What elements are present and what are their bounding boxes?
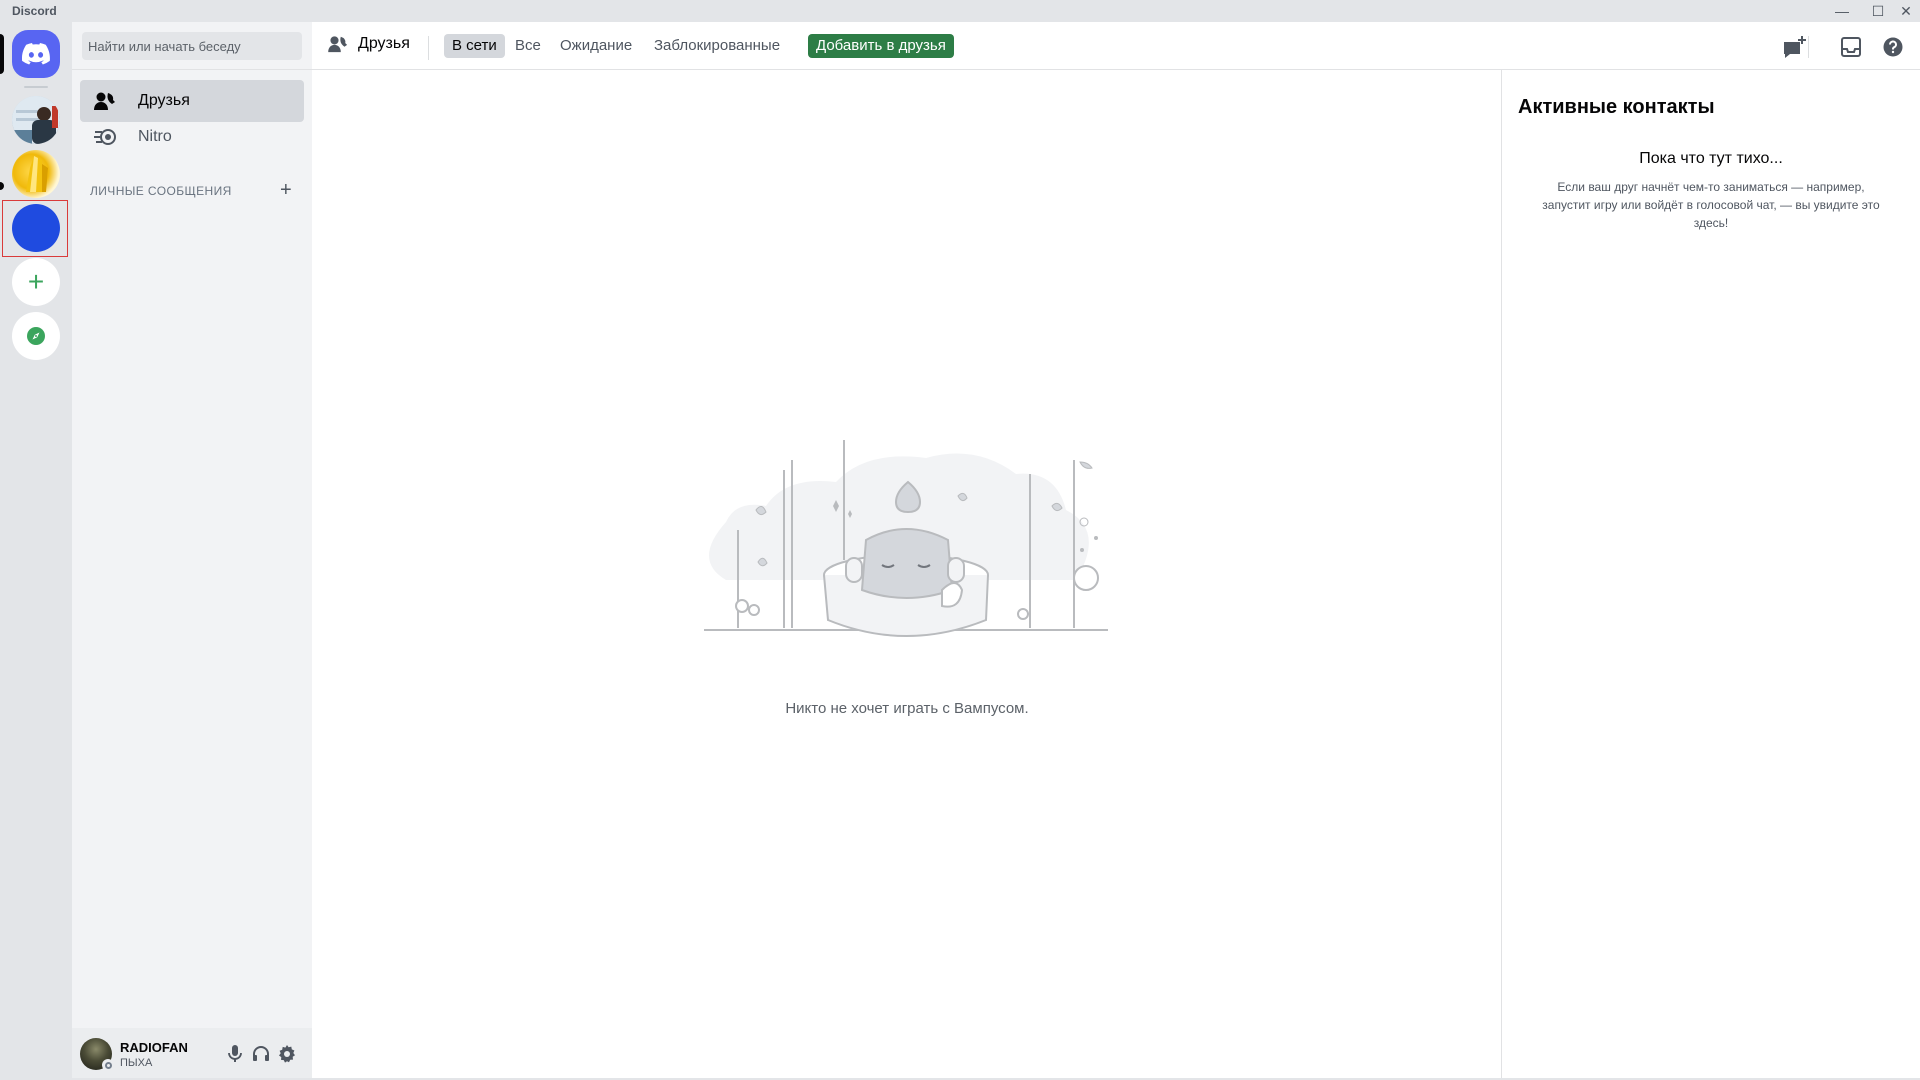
microphone-icon: [228, 1045, 242, 1062]
server-list: +: [0, 22, 72, 1080]
minimize-button[interactable]: —: [1828, 0, 1856, 22]
friends-list-area: Никто не хочет играть с Вампусом.: [312, 70, 1502, 1080]
compass-icon: [27, 327, 45, 345]
new-group-dm-button[interactable]: [1782, 34, 1808, 60]
user-settings-button[interactable]: [274, 1042, 300, 1066]
friends-toolbar: Друзья В сети Все Ожидание Заблокированн…: [312, 22, 1920, 70]
server-avatar-photo[interactable]: [12, 96, 60, 144]
create-dm-button[interactable]: +: [280, 179, 292, 202]
tab-all[interactable]: Все: [507, 34, 549, 58]
help-button[interactable]: [1880, 34, 1906, 60]
nitro-icon: [94, 125, 118, 149]
user-status-text: ПЫХА: [120, 1057, 153, 1069]
gear-icon: [279, 1045, 295, 1063]
add-friend-button[interactable]: Добавить в друзья: [808, 34, 954, 58]
add-server-button[interactable]: +: [12, 258, 60, 306]
active-contacts-title: Активные контакты: [1518, 96, 1715, 118]
active-contacts-subtitle: Пока что тут тихо...: [1639, 150, 1783, 167]
inbox-icon: [1841, 37, 1861, 57]
mute-button[interactable]: [222, 1042, 248, 1066]
tab-pending[interactable]: Ожидание: [552, 34, 640, 58]
user-panel: RADIOFAN ПЫХА: [72, 1028, 312, 1080]
server-avatar-blue[interactable]: [12, 204, 60, 252]
toolbar-divider: [1808, 36, 1809, 58]
close-button[interactable]: ✕: [1892, 0, 1920, 22]
active-contacts-panel: Активные контакты Пока что тут тихо... Е…: [1502, 70, 1920, 1080]
main-content: Друзья В сети Все Ожидание Заблокированн…: [312, 22, 1920, 1080]
sidebar-item-label: Друзья: [138, 92, 190, 109]
new-group-dm-icon: [1784, 36, 1806, 58]
deafen-button[interactable]: [248, 1042, 274, 1066]
headphones-icon: [253, 1046, 269, 1061]
maximize-icon: ☐: [1871, 2, 1885, 19]
minimize-icon: —: [1835, 3, 1849, 19]
plus-icon: +: [27, 266, 45, 297]
help-icon: [1883, 37, 1903, 57]
close-icon: ✕: [1900, 2, 1912, 19]
search-input[interactable]: Найти или начать беседу: [82, 32, 302, 60]
home-selected-pill: [0, 34, 4, 74]
title-bar: Discord — ☐ ✕: [0, 0, 1920, 22]
sidebar-item-label: Nitro: [138, 128, 172, 145]
explore-servers-button[interactable]: [12, 312, 60, 360]
server-gold-art: [26, 156, 48, 192]
discord-logo-icon: [22, 43, 50, 65]
wumpus-empty-illustration: [704, 440, 1108, 637]
window-title: Discord: [12, 4, 57, 18]
tab-blocked[interactable]: Заблокированные: [646, 34, 788, 58]
toolbar-divider: [428, 36, 429, 60]
tab-online[interactable]: В сети: [444, 34, 505, 58]
status-indicator: [102, 1059, 114, 1071]
sidebar-item-nitro[interactable]: Nitro: [80, 116, 304, 158]
page-title-label: Друзья: [358, 35, 410, 52]
direct-messages-header: ЛИЧНЫЕ СООБЩЕНИЯ: [90, 184, 232, 198]
username: RADIOFAN: [120, 1040, 188, 1055]
friends-icon: [94, 89, 118, 113]
unread-pill: [0, 182, 4, 190]
plus-icon: +: [280, 179, 292, 201]
page-title: Друзья: [328, 35, 410, 53]
active-contacts-description: Если ваш друг начнёт чем-то заниматься —…: [1542, 180, 1880, 230]
home-button[interactable]: [12, 30, 60, 78]
server-avatar-gold[interactable]: [12, 150, 60, 198]
server-separator: [24, 86, 48, 88]
maximize-button[interactable]: ☐: [1864, 0, 1892, 22]
channel-sidebar: Найти или начать беседу Друзья Nitro ЛИЧ…: [72, 22, 312, 1080]
server-photo-art: [12, 96, 60, 144]
search-area: Найти или начать беседу: [72, 22, 312, 70]
empty-state-text: Никто не хочет играть с Вампусом.: [785, 700, 1029, 717]
friends-icon: [328, 35, 350, 53]
inbox-button[interactable]: [1838, 34, 1864, 60]
